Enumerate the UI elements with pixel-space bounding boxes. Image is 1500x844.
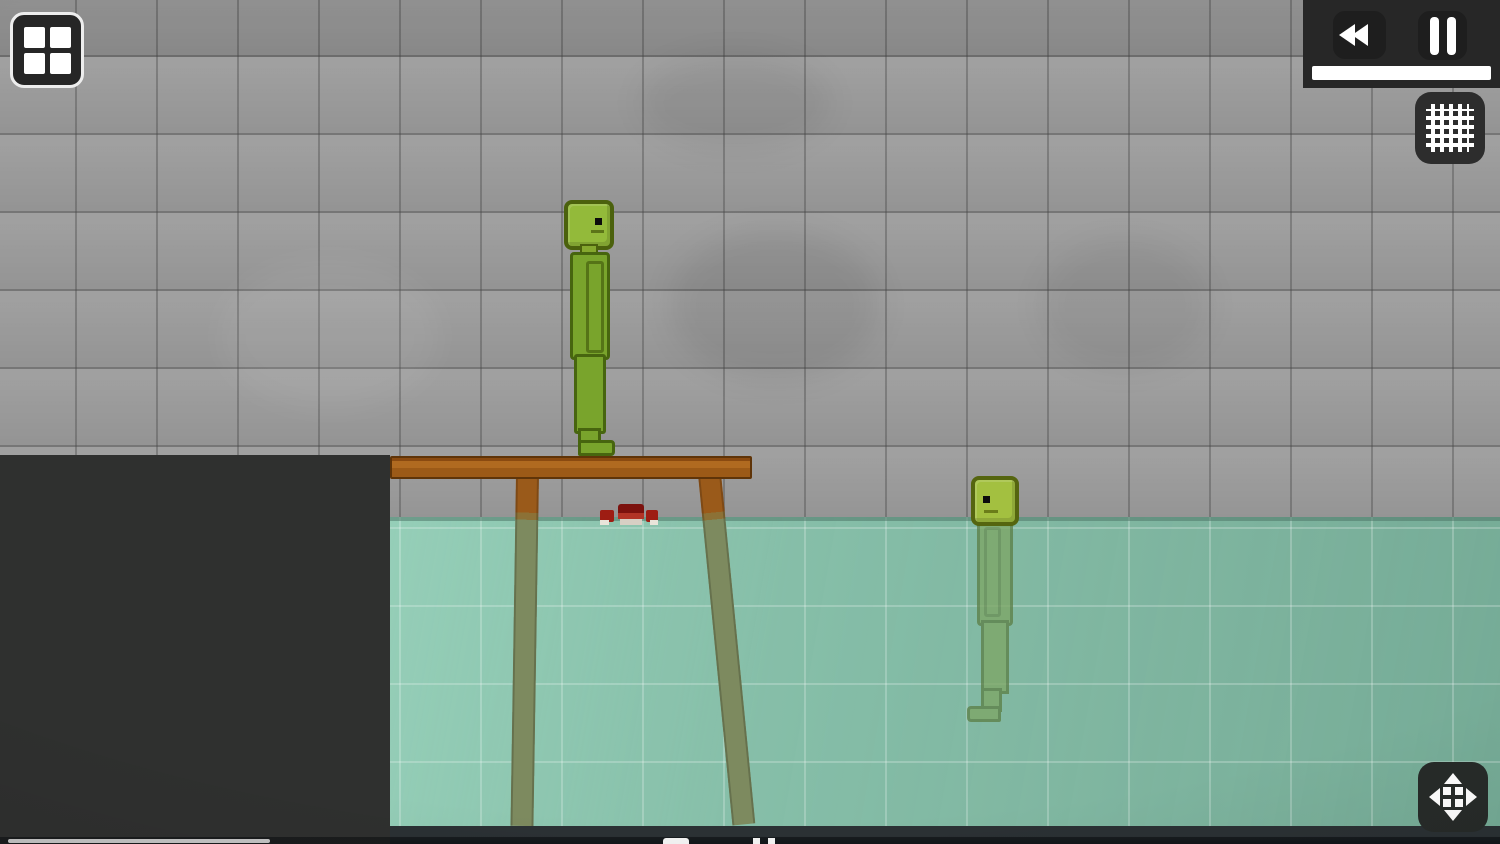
grid-tool-button[interactable] bbox=[1415, 92, 1485, 164]
person-eye bbox=[595, 218, 602, 225]
wall-smudge bbox=[670, 230, 880, 380]
red-item-center-chunk bbox=[618, 504, 644, 525]
menu-button[interactable] bbox=[10, 12, 84, 88]
floating-red-item[interactable] bbox=[598, 502, 660, 530]
person-legs bbox=[981, 620, 1009, 694]
person-mouth bbox=[591, 230, 604, 233]
person-legs bbox=[574, 354, 606, 434]
cutoff-text-fragment bbox=[753, 838, 760, 844]
menu-window-grid-icon bbox=[24, 27, 71, 74]
water-pool bbox=[390, 517, 1500, 830]
wall-top-shade bbox=[0, 0, 1500, 57]
mesh-grid-icon bbox=[1426, 104, 1474, 152]
cutoff-text-fragment bbox=[768, 838, 775, 844]
move-arrows-icon bbox=[1430, 774, 1476, 820]
red-item-left-chunk bbox=[600, 510, 614, 522]
move-tool-button[interactable] bbox=[1418, 762, 1488, 832]
pause-icon bbox=[1430, 17, 1439, 55]
person-torso bbox=[570, 252, 610, 360]
person-head bbox=[564, 200, 614, 250]
melon-person-swimming[interactable] bbox=[965, 474, 1017, 722]
person-arm bbox=[586, 261, 604, 353]
dark-platform-block[interactable] bbox=[0, 455, 390, 844]
rewind-icon bbox=[1352, 24, 1368, 46]
person-eye bbox=[983, 496, 990, 503]
person-torso bbox=[977, 520, 1013, 626]
cutoff-text-fragment bbox=[663, 838, 689, 844]
pause-icon bbox=[1447, 17, 1456, 55]
wall-highlight bbox=[220, 260, 440, 410]
playback-panel bbox=[1303, 0, 1500, 88]
person-arm bbox=[984, 527, 1001, 617]
person-foot bbox=[967, 706, 1001, 722]
wall-smudge bbox=[1040, 240, 1210, 370]
person-foot bbox=[578, 440, 615, 456]
progress-bar bbox=[1312, 66, 1491, 80]
pause-button[interactable] bbox=[1418, 11, 1467, 60]
bottom-panel-edge bbox=[8, 839, 270, 843]
game-viewport bbox=[0, 0, 1500, 844]
rewind-button[interactable] bbox=[1333, 11, 1386, 59]
red-item-right-chunk bbox=[646, 510, 658, 522]
person-head bbox=[971, 476, 1019, 526]
wooden-table-top[interactable] bbox=[390, 456, 752, 479]
melon-person-standing[interactable] bbox=[560, 198, 612, 452]
wall-smudge bbox=[640, 55, 830, 150]
person-mouth bbox=[984, 510, 998, 513]
